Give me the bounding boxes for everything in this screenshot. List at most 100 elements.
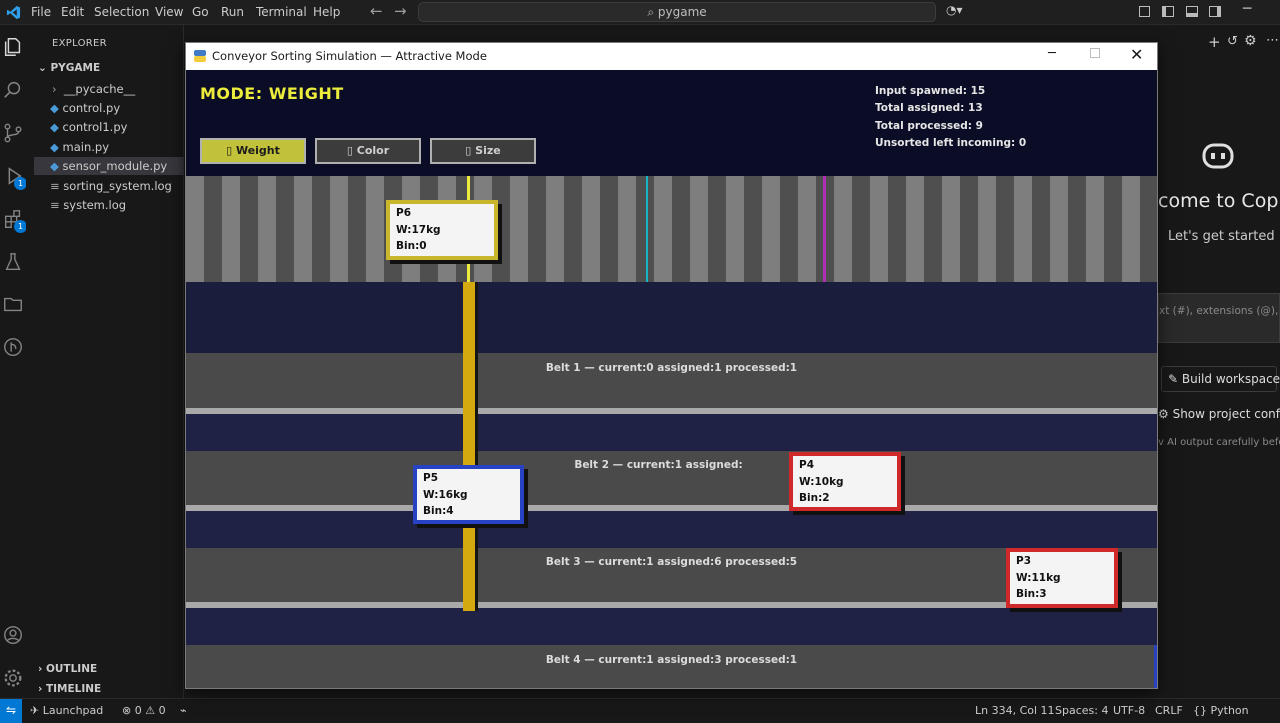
package-card: P6 W:17kg Bin:0 <box>386 200 498 260</box>
belt-4 <box>186 645 1157 688</box>
close-icon[interactable]: ✕ <box>1130 45 1143 64</box>
lane-gap-3 <box>186 511 1157 548</box>
error-icon: ⊗ <box>122 704 135 717</box>
files-icon[interactable] <box>2 36 24 58</box>
toggle-sidebar-icon[interactable] <box>1162 6 1174 17</box>
log-file-icon: ≡ <box>50 179 64 193</box>
belt-2-label: Belt 2 — current:1 assigned: <box>574 459 743 471</box>
explorer-sidebar: EXPLORER ⌄ PYGAME › __pycache__ ◆ contro… <box>26 25 184 698</box>
git-graph-icon[interactable] <box>2 336 24 358</box>
status-bar: ⇋ ✈ Launchpad ⊗ 0 ⚠ 0 ⌁ Ln 334, Col 11 S… <box>0 698 1280 723</box>
gear-icon[interactable]: ⚙ <box>1244 33 1257 49</box>
belt-4-edge <box>1154 645 1157 688</box>
tree-item-control[interactable]: ◆ control.py <box>50 101 120 115</box>
sensor-line-magenta <box>823 176 826 282</box>
minimize-icon[interactable]: ─ <box>1048 46 1056 61</box>
forward-arrow-icon[interactable]: → <box>394 2 407 20</box>
tree-item-system-log[interactable]: ≡ system.log <box>50 198 126 212</box>
menu-view[interactable]: View <box>155 5 183 19</box>
testing-flask-icon[interactable] <box>2 251 24 273</box>
language-mode[interactable]: {} Python <box>1193 704 1249 717</box>
warning-icon: ⚠ <box>141 704 159 717</box>
log-file-icon: ≡ <box>50 198 64 212</box>
more-actions-icon[interactable]: ⋯ <box>1266 33 1279 48</box>
show-config-label: Show project config <box>1172 407 1280 421</box>
vscode-titlebar: File Edit Selection View Go Run Terminal… <box>0 0 1280 25</box>
menu-selection[interactable]: Selection <box>94 5 149 19</box>
encoding[interactable]: UTF-8 <box>1113 704 1145 717</box>
package-id: P6 <box>396 207 412 219</box>
folder-name: PYGAME <box>50 62 101 74</box>
new-chat-icon[interactable]: + <box>1208 33 1221 51</box>
tree-item-sensor-module[interactable]: ◆ sensor_module.py <box>34 157 184 175</box>
outline-section[interactable]: › OUTLINE <box>38 663 97 675</box>
package-card: P3 W:11kg Bin:3 <box>1006 548 1118 608</box>
tree-item-label: main.py <box>62 140 110 154</box>
layout-toggle-icon[interactable] <box>1139 6 1150 17</box>
search-icon[interactable] <box>2 79 24 101</box>
tree-item-label: __pycache__ <box>63 82 136 96</box>
belt-4-label: Belt 4 — current:1 assigned:3 processed:… <box>545 654 798 666</box>
indentation[interactable]: Spaces: 4 <box>1055 704 1108 717</box>
chat-disclaimer: v AI output carefully befor <box>1158 437 1280 448</box>
remote-indicator-icon[interactable]: ⇋ <box>0 699 22 723</box>
folder-icon[interactable] <box>2 293 24 315</box>
weight-mode-button[interactable]: ▯ Weight <box>200 138 306 164</box>
tree-item-control1[interactable]: ◆ control1.py <box>50 120 127 134</box>
build-workspace-label: Build workspace <box>1181 372 1280 386</box>
menu-run[interactable]: Run <box>221 5 244 19</box>
chat-subtitle: Let's get started <box>1168 229 1275 244</box>
chat-input-placeholder: xt (#), extensions (@), co <box>1159 305 1279 317</box>
package-id: P4 <box>799 459 815 471</box>
package-bin: Bin:3 <box>1016 588 1047 600</box>
command-center-search[interactable]: ⌕ pygame <box>418 2 936 22</box>
problems-item[interactable]: ⊗ 0 ⚠ 0 <box>122 704 166 717</box>
tree-item-label: system.log <box>63 198 127 212</box>
launchpad-label: Launchpad <box>42 704 104 717</box>
tree-item-sorting-log[interactable]: ≡ sorting_system.log <box>50 179 172 193</box>
mode-title: MODE: WEIGHT <box>200 84 344 103</box>
explorer-title: EXPLORER <box>52 38 107 49</box>
folder-pygame[interactable]: ⌄ PYGAME <box>38 62 100 74</box>
build-workspace-button[interactable]: ✎ Build workspace <box>1161 366 1280 392</box>
tree-item-pycache[interactable]: › __pycache__ <box>52 82 135 96</box>
line-ending[interactable]: CRLF <box>1155 704 1183 717</box>
tree-item-main[interactable]: ◆ main.py <box>50 140 109 154</box>
braces-icon: {} <box>1193 704 1211 717</box>
menu-help[interactable]: Help <box>313 5 340 19</box>
lane-gap-1 <box>186 282 1157 353</box>
show-config-button[interactable]: ⚙ Show project config <box>1158 407 1280 421</box>
stat-input-spawned: Input spawned: 15 <box>875 85 986 97</box>
history-icon[interactable]: ↺ <box>1227 34 1238 49</box>
menu-terminal[interactable]: Terminal <box>256 5 307 19</box>
search-text: pygame <box>657 5 707 19</box>
chat-input[interactable]: xt (#), extensions (@), co <box>1158 293 1280 343</box>
back-arrow-icon[interactable]: ← <box>370 2 383 20</box>
minimize-icon[interactable]: ─ <box>1243 1 1251 17</box>
account-icon[interactable] <box>2 624 24 646</box>
menu-go[interactable]: Go <box>192 5 209 19</box>
timeline-section[interactable]: › TIMELINE <box>38 683 101 695</box>
wand-icon: ✎ <box>1168 372 1182 386</box>
activity-bar: 1 1 <box>0 25 27 698</box>
package-id: P3 <box>1016 555 1032 567</box>
source-control-icon[interactable] <box>2 122 24 144</box>
tree-item-label: sensor_module.py <box>62 159 168 173</box>
size-mode-button[interactable]: ▯ Size <box>430 138 536 164</box>
color-mode-button[interactable]: ▯ Color <box>315 138 421 164</box>
tree-item-label: control.py <box>62 101 121 115</box>
debug-icon[interactable]: ⌁ <box>180 704 187 717</box>
chat-welcome-title: come to Cop <box>1158 190 1279 212</box>
toggle-panel-icon[interactable] <box>1186 6 1198 17</box>
sensor-line-cyan <box>646 176 648 282</box>
launchpad-item[interactable]: ✈ Launchpad <box>30 704 103 717</box>
pygame-window: Conveyor Sorting Simulation — Attractive… <box>185 42 1158 689</box>
menu-file[interactable]: File <box>31 5 51 19</box>
settings-gear-icon[interactable] <box>2 667 24 689</box>
menu-edit[interactable]: Edit <box>61 5 84 19</box>
cursor-position[interactable]: Ln 334, Col 11 <box>975 704 1055 717</box>
maximize-icon[interactable] <box>1090 48 1100 58</box>
rocket-icon: ✈ <box>30 704 43 717</box>
copilot-icon[interactable]: ◔▾ <box>946 3 963 17</box>
toggle-secondary-sidebar-icon[interactable] <box>1209 6 1221 17</box>
